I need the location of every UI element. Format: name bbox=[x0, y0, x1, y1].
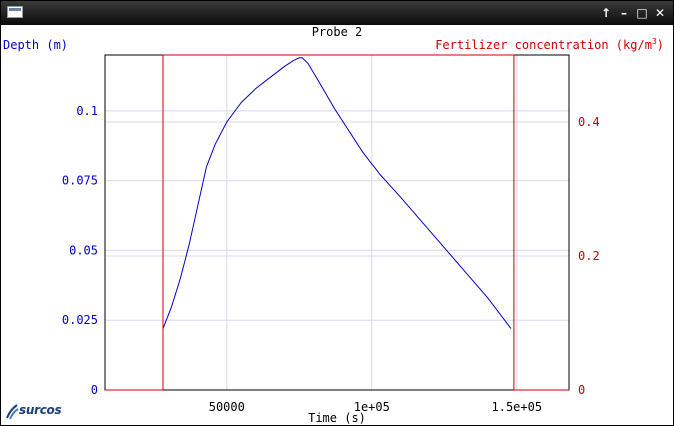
minimize-button[interactable]: – bbox=[617, 5, 631, 21]
title-bar: ↑ – □ ✕ bbox=[1, 1, 673, 25]
y-right-axis-label-tail: ) bbox=[657, 38, 664, 52]
y-right-tick-label: 0.2 bbox=[578, 249, 600, 263]
x-axis-label: Time (s) bbox=[308, 411, 366, 425]
tick-labels: 50000 1e+05 1.5e+0500.0250.050.0750.100.20… bbox=[62, 104, 600, 414]
close-button[interactable]: ✕ bbox=[653, 5, 667, 21]
y-left-tick-label: 0.025 bbox=[62, 313, 98, 327]
app-window: ↑ – □ ✕ 50000 1e+05 1.5e+05 0 0.025 0.05 0.075… bbox=[0, 0, 674, 426]
y-left-axis-label: Depth (m) bbox=[3, 38, 68, 52]
window-menu-icon[interactable] bbox=[7, 6, 23, 18]
y-right-tick-label: 0.4 bbox=[578, 115, 600, 129]
y-left-tick-label: 0.05 bbox=[69, 243, 98, 257]
grid bbox=[105, 55, 569, 390]
arrow-up-icon[interactable]: ↑ bbox=[599, 5, 613, 21]
y-left-tick-label: 0.1 bbox=[76, 104, 98, 118]
y-right-tick-label: 0 bbox=[578, 383, 585, 397]
depth-series-line bbox=[162, 57, 512, 329]
logo-icon bbox=[6, 404, 19, 420]
x-tick-label: 1.5e+05 bbox=[492, 400, 543, 414]
plot-frame bbox=[104, 54, 570, 391]
chart: 50000 1e+05 1.5e+0500.0250.050.0750.100.20… bbox=[3, 25, 664, 425]
logo-text: surcos bbox=[19, 403, 62, 417]
series-group bbox=[105, 54, 569, 391]
y-right-axis-label: Fertilizer concentration (kg/m3) bbox=[435, 37, 664, 52]
concentration-series-line bbox=[105, 54, 569, 391]
y-right-axis-label-main: Fertilizer concentration (kg/m bbox=[435, 38, 652, 52]
surcos-logo: surcos bbox=[5, 401, 75, 421]
chart-title: Probe 2 bbox=[312, 25, 363, 39]
y-left-tick-label: 0.075 bbox=[62, 174, 98, 188]
x-tick-label: 50000 bbox=[209, 400, 245, 414]
y-left-tick-label: 0 bbox=[91, 383, 98, 397]
maximize-button[interactable]: □ bbox=[635, 5, 649, 21]
